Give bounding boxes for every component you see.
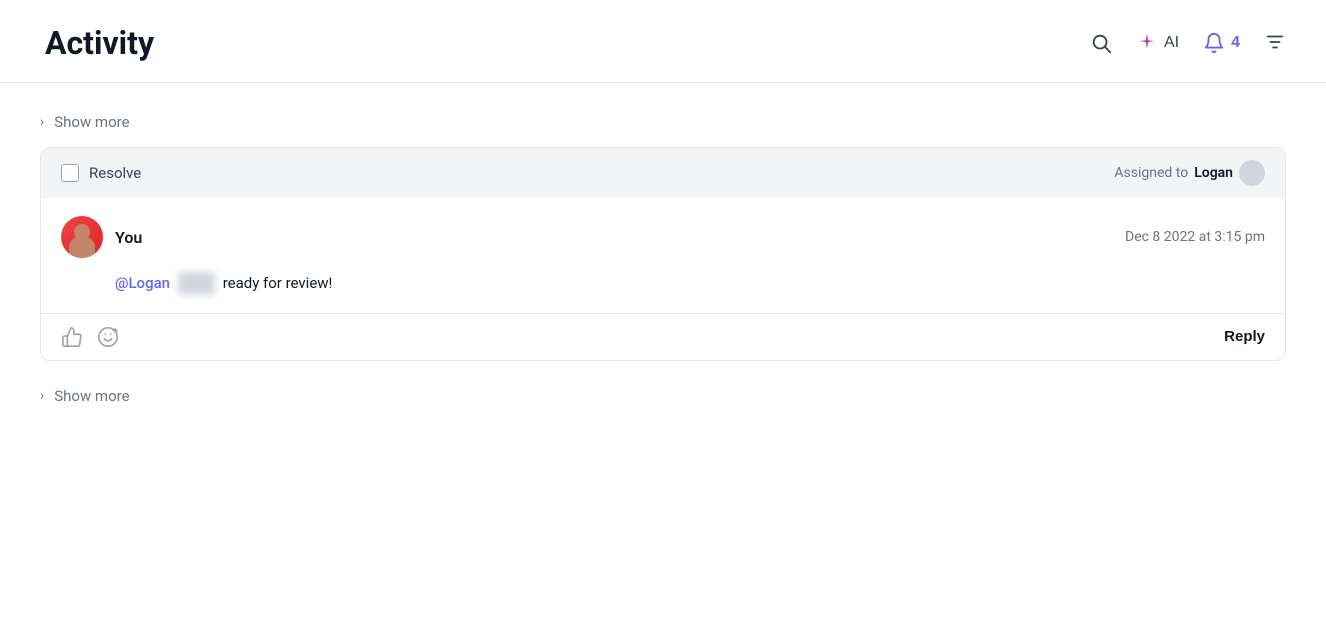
show-more-top-label: Show more bbox=[54, 113, 129, 131]
notification-count: 4 bbox=[1231, 34, 1240, 52]
user-name: You bbox=[115, 228, 142, 247]
chevron-right-icon-bottom: › bbox=[40, 388, 44, 404]
emoji-add-button[interactable] bbox=[97, 326, 119, 348]
assigned-label: Assigned to bbox=[1114, 165, 1188, 181]
main-content: › Show more Resolve Assigned to Logan Yo… bbox=[0, 83, 1326, 431]
filter-button[interactable] bbox=[1264, 31, 1286, 56]
comment-text: @Logan ready for review! bbox=[61, 272, 1265, 295]
thumbs-up-button[interactable] bbox=[61, 326, 83, 348]
header-actions: AI 4 bbox=[1090, 31, 1286, 56]
resolve-checkbox[interactable] bbox=[61, 164, 79, 182]
ai-label: AI bbox=[1164, 34, 1179, 52]
show-more-bottom[interactable]: › Show more bbox=[40, 381, 1286, 411]
avatar bbox=[61, 216, 103, 258]
comment-suffix: ready for review! bbox=[223, 274, 333, 292]
show-more-bottom-label: Show more bbox=[54, 387, 129, 405]
comment-card: Resolve Assigned to Logan You Dec 8 2022… bbox=[40, 147, 1286, 361]
comment-header: You Dec 8 2022 at 3:15 pm bbox=[61, 216, 1265, 258]
page-header: Activity AI 4 bbox=[0, 0, 1326, 83]
notification-button[interactable]: 4 bbox=[1203, 32, 1240, 54]
bell-icon bbox=[1203, 32, 1225, 54]
comment-user: You bbox=[61, 216, 142, 258]
emoji-add-icon bbox=[97, 326, 119, 348]
resolve-left: Resolve bbox=[61, 164, 141, 182]
ai-button[interactable]: AI bbox=[1136, 32, 1179, 54]
show-more-top[interactable]: › Show more bbox=[40, 103, 1286, 147]
thumbs-up-icon bbox=[61, 326, 83, 348]
blurred-content bbox=[178, 272, 215, 295]
search-icon bbox=[1090, 32, 1112, 54]
sparkle-icon bbox=[1136, 32, 1158, 54]
assignee-avatar bbox=[1239, 160, 1265, 186]
page-title: Activity bbox=[45, 24, 154, 62]
comment-actions: Reply bbox=[41, 314, 1285, 360]
comment-body: You Dec 8 2022 at 3:15 pm @Logan ready f… bbox=[41, 198, 1285, 314]
resolve-label: Resolve bbox=[89, 164, 141, 182]
comment-timestamp: Dec 8 2022 at 3:15 pm bbox=[1125, 229, 1265, 245]
reaction-buttons bbox=[61, 326, 119, 348]
reply-button[interactable]: Reply bbox=[1224, 328, 1265, 345]
assigned-to: Assigned to Logan bbox=[1114, 160, 1265, 186]
search-button[interactable] bbox=[1090, 32, 1112, 54]
assigned-name: Logan bbox=[1194, 165, 1233, 181]
filter-icon bbox=[1264, 31, 1286, 53]
mention-link[interactable]: @Logan bbox=[115, 274, 170, 292]
chevron-right-icon: › bbox=[40, 114, 44, 130]
resolve-bar: Resolve Assigned to Logan bbox=[41, 148, 1285, 198]
